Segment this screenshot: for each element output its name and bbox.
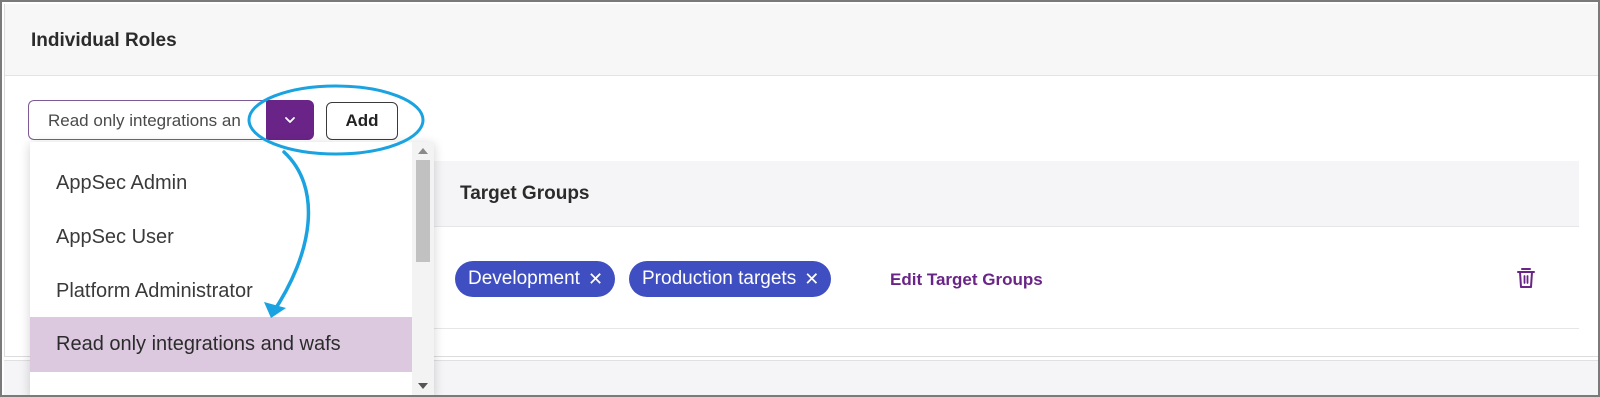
chip-label: Development	[468, 268, 580, 289]
dropdown-option-selected[interactable]: Read only integrations and wafs	[30, 317, 412, 372]
panel-title: Individual Roles	[31, 30, 177, 51]
edit-target-groups-link[interactable]: Edit Target Groups	[890, 270, 1043, 290]
scrollbar-thumb[interactable]	[416, 160, 430, 262]
screenshot-frame: Individual Roles Target Groups Developme…	[0, 0, 1600, 397]
remove-chip-icon[interactable]: ✕	[804, 269, 819, 290]
dropdown-option[interactable]: AppSec User	[30, 210, 412, 265]
chip-label: Production targets	[642, 268, 797, 289]
chevron-down-icon	[285, 117, 295, 123]
role-dropdown-list: AppSec Admin AppSec User Platform Admini…	[30, 142, 434, 395]
target-group-chip-development: Development ✕	[455, 261, 616, 297]
table-row: Development ✕ Production targets ✕ Edit …	[432, 228, 1579, 329]
dropdown-option[interactable]: Platform Administrator	[30, 264, 412, 319]
scroll-down-arrow-icon[interactable]	[418, 383, 428, 389]
role-select-input[interactable]: Read only integrations an	[28, 100, 268, 140]
dropdown-option[interactable]: AppSec Admin	[30, 156, 412, 211]
trash-icon[interactable]	[1515, 266, 1537, 290]
target-groups-header: Target Groups	[432, 161, 1579, 227]
dropdown-scrollbar[interactable]	[412, 142, 434, 395]
role-select-toggle[interactable]	[266, 100, 314, 140]
add-role-button[interactable]: Add	[326, 102, 398, 140]
panel-header: Individual Roles	[5, 4, 1598, 76]
target-groups-title: Target Groups	[460, 183, 590, 204]
remove-chip-icon[interactable]: ✕	[588, 269, 603, 290]
scroll-up-arrow-icon[interactable]	[418, 148, 428, 154]
target-group-chip-production: Production targets ✕	[629, 261, 832, 297]
